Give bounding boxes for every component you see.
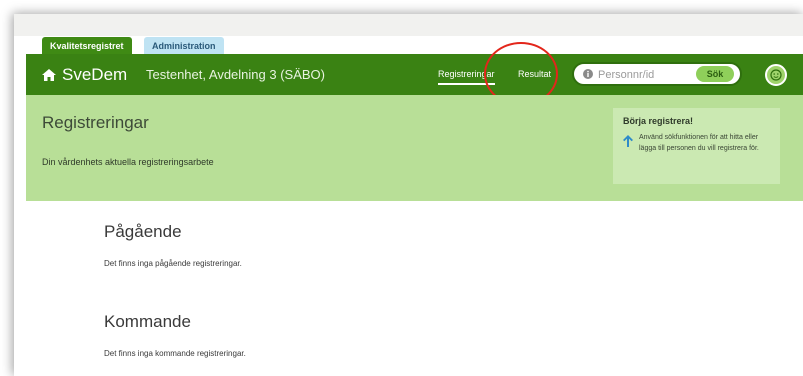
page-banner: Registreringar Din vårdenhets aktuella r… [26,95,803,201]
avatar[interactable] [765,64,787,86]
top-strip [14,14,803,36]
tab-kvalitetsregistret[interactable]: Kvalitetsregistret [42,37,132,55]
page-title: Registreringar [42,113,149,132]
home-icon [42,69,56,81]
help-card: Börja registrera! Använd sökfunktionen f… [613,108,780,184]
brand-name: SveDem [62,65,128,84]
screenshot-frame: Kvalitetsregistret Administration SveDem… [14,14,803,376]
page-subtitle: Din vårdenhets aktuella registreringsarb… [42,157,214,167]
section-text-kommande: Det finns inga kommande registreringar. [104,349,246,358]
search-button[interactable]: Sök [696,66,734,82]
nav-resultat[interactable]: Resultat [518,54,551,95]
brand-link[interactable]: SveDem [42,54,127,95]
unit-name: Testenhet, Avdelning 3 (SÄBO) [146,67,325,82]
help-text: Använd sökfunktionen för att hitta eller… [639,134,759,152]
avatar-icon [770,69,782,81]
section-text-pagaende: Det finns inga pågående registreringar. [104,259,242,268]
arrow-up-icon [623,135,633,147]
nav-registreringar[interactable]: Registreringar [438,54,495,95]
search-input[interactable] [596,66,690,84]
section-heading-pagaende: Pågående [104,222,182,241]
help-title: Börja registrera! [623,116,694,126]
info-icon [583,69,593,79]
tab-administration[interactable]: Administration [144,37,224,55]
section-heading-kommande: Kommande [104,312,191,331]
search-box: Sök [572,62,742,86]
